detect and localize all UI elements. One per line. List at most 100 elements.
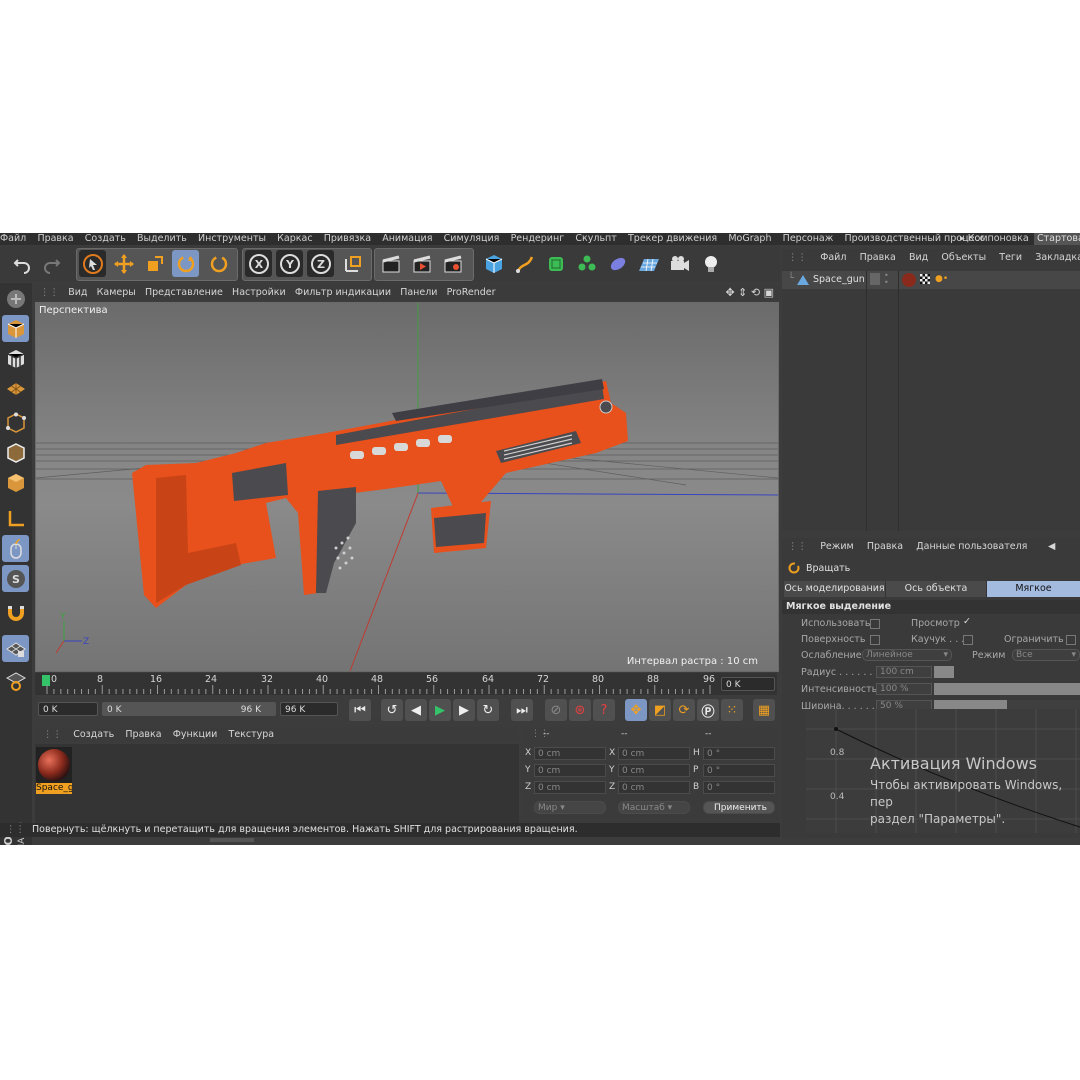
- size-mode-dropdown[interactable]: Масштаб ▾: [618, 801, 690, 814]
- pos-z-field[interactable]: 0 cm: [534, 781, 606, 794]
- recent-tool-button[interactable]: [205, 250, 232, 277]
- viewport-nav-icons[interactable]: ✥ ⇕ ⟲ ▣: [725, 285, 774, 300]
- light-button[interactable]: [697, 250, 724, 277]
- quantize-button[interactable]: [2, 667, 29, 694]
- menu-character[interactable]: Персонаж: [783, 233, 834, 245]
- coord-system-dropdown[interactable]: Мир ▾: [534, 801, 606, 814]
- render-view-button[interactable]: [377, 250, 404, 277]
- object-row[interactable]: └ Space_gun • • ●•: [782, 271, 1080, 289]
- record-button[interactable]: ⊛: [569, 699, 591, 721]
- pen-button[interactable]: [511, 250, 538, 277]
- material-swatch[interactable]: Space_g: [36, 747, 72, 794]
- viewport-menu-cameras[interactable]: Камеры: [97, 287, 136, 298]
- axis-mode-button[interactable]: [2, 505, 29, 532]
- polygons-mode-button[interactable]: [2, 469, 29, 496]
- material-menu-function[interactable]: Функции: [173, 729, 218, 740]
- x-axis-button[interactable]: X: [245, 250, 272, 277]
- camera-button[interactable]: [666, 250, 693, 277]
- rot-b-field[interactable]: 0 °: [703, 781, 775, 794]
- key-scale-button[interactable]: ◩: [649, 699, 671, 721]
- previous-frame-button[interactable]: ◀: [405, 699, 427, 721]
- om-menu-bookmarks[interactable]: Закладка: [1035, 252, 1080, 263]
- rot-h-field[interactable]: 0 °: [703, 747, 775, 760]
- pos-x-field[interactable]: 0 cm: [534, 747, 606, 760]
- rubber-checkbox[interactable]: [963, 635, 973, 645]
- radius-field[interactable]: 100 cm: [876, 666, 932, 678]
- current-frame-field[interactable]: 0 K: [721, 677, 775, 691]
- redo-button[interactable]: [38, 250, 65, 277]
- intensity-field[interactable]: 100 %: [876, 683, 932, 695]
- model-mode-button[interactable]: [2, 315, 29, 342]
- viewport-menu-prorender[interactable]: ProRender: [447, 287, 496, 298]
- visibility-dots-icon[interactable]: • •: [884, 272, 889, 287]
- make-editable-button[interactable]: [2, 285, 29, 312]
- menu-tools[interactable]: Инструменты: [198, 233, 266, 245]
- perspective-viewport[interactable]: Перспектива Y Z Интервал растра: 10 cm: [35, 302, 779, 672]
- object-name[interactable]: Space_gun: [813, 274, 865, 285]
- tab-soft-selection[interactable]: Мягкое выделение: [987, 581, 1080, 610]
- material-menu-edit[interactable]: Правка: [125, 729, 161, 740]
- om-menu-tags[interactable]: Теги: [999, 252, 1022, 263]
- menu-file[interactable]: Файл: [0, 233, 26, 245]
- autokey-button[interactable]: ?: [593, 699, 615, 721]
- z-axis-button[interactable]: Z: [307, 250, 334, 277]
- om-menu-file[interactable]: Файл: [820, 252, 846, 263]
- coordinate-system-button[interactable]: [339, 250, 366, 277]
- size-x-field[interactable]: 0 cm: [618, 747, 690, 760]
- material-menu-create[interactable]: Создать: [73, 729, 114, 740]
- render-picture-viewer-button[interactable]: [408, 250, 435, 277]
- layout-label[interactable]: ▸ Компоновка: [960, 233, 1037, 245]
- menu-select[interactable]: Выделить: [137, 233, 187, 245]
- uv-tag-icon[interactable]: [920, 274, 930, 284]
- previous-key-button[interactable]: ↺: [381, 699, 403, 721]
- tab-modeling-axis[interactable]: Ось моделирования: [784, 581, 886, 597]
- am-menu-user-data[interactable]: Данные пользователя: [916, 541, 1027, 552]
- start-frame-field[interactable]: 0 K: [38, 702, 98, 716]
- next-frame-button[interactable]: ▶: [453, 699, 475, 721]
- frame-range-slider[interactable]: 0 K 96 K: [102, 702, 276, 716]
- y-axis-button[interactable]: Y: [276, 250, 303, 277]
- scale-tool-button[interactable]: [141, 250, 168, 277]
- move-tool-button[interactable]: [110, 250, 137, 277]
- scroll-thumb[interactable]: [210, 838, 254, 842]
- subdivision-button[interactable]: [542, 250, 569, 277]
- am-menu-mode[interactable]: Режим: [820, 541, 853, 552]
- play-button[interactable]: ▶: [429, 699, 451, 721]
- pos-y-field[interactable]: 0 cm: [534, 764, 606, 777]
- edges-mode-button[interactable]: [2, 439, 29, 466]
- viewport-menu-display[interactable]: Представление: [145, 287, 223, 298]
- cube-button[interactable]: [480, 250, 507, 277]
- key-position-button[interactable]: ✥: [625, 699, 647, 721]
- menu-edit[interactable]: Правка: [37, 233, 73, 245]
- intensity-slider[interactable]: [934, 683, 1080, 695]
- material-tag-icon[interactable]: [902, 273, 916, 287]
- am-menu-edit[interactable]: Правка: [867, 541, 903, 552]
- use-checkbox[interactable]: [870, 619, 880, 629]
- menu-render[interactable]: Рендеринг: [511, 233, 565, 245]
- go-to-start-button[interactable]: ⏮: [349, 699, 371, 721]
- menu-create[interactable]: Создать: [85, 233, 126, 245]
- back-arrow-icon[interactable]: ◀: [1048, 540, 1055, 554]
- live-selection-button[interactable]: [79, 250, 106, 277]
- tab-object-axis[interactable]: Ось объекта: [886, 581, 987, 597]
- timeline-window-button[interactable]: ▦: [753, 699, 775, 721]
- menu-snap[interactable]: Привязка: [324, 233, 371, 245]
- tweak-mode-button[interactable]: [2, 535, 29, 562]
- keyframe-selection-button[interactable]: ⊘: [545, 699, 567, 721]
- snap-button[interactable]: [2, 599, 29, 626]
- next-key-button[interactable]: ↻: [477, 699, 499, 721]
- solo-button[interactable]: S: [2, 565, 29, 592]
- surface-checkbox[interactable]: [870, 635, 880, 645]
- render-settings-button[interactable]: [439, 250, 466, 277]
- workplane-button[interactable]: [2, 375, 29, 402]
- points-mode-button[interactable]: [2, 409, 29, 436]
- radius-slider[interactable]: [934, 666, 954, 678]
- menu-simulate[interactable]: Симуляция: [444, 233, 500, 245]
- viewport-menu-panel[interactable]: Панели: [400, 287, 437, 298]
- go-to-end-button[interactable]: ⏭: [511, 699, 533, 721]
- floor-button[interactable]: [635, 250, 662, 277]
- om-menu-objects[interactable]: Объекты: [941, 252, 986, 263]
- key-parameter-button[interactable]: Ⓟ: [697, 699, 719, 721]
- key-rotation-button[interactable]: ⟳: [673, 699, 695, 721]
- cloner-button[interactable]: [573, 250, 600, 277]
